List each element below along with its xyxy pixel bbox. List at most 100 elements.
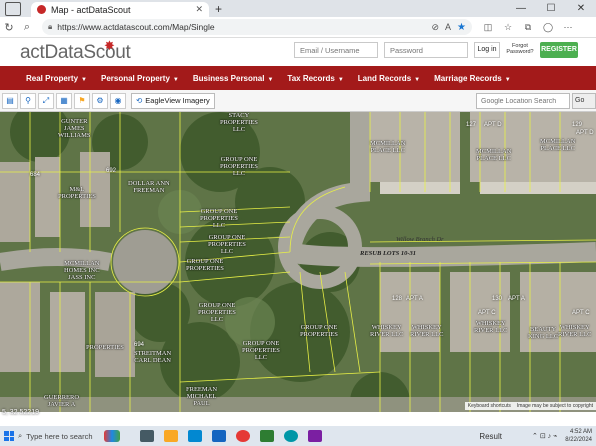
pin-icon[interactable]: ⚲ [20,92,36,109]
task-view-icon[interactable] [140,430,154,442]
settings-dropdown-icon[interactable]: ⚙ [92,92,108,109]
parcel-label[interactable]: PROPERTIES [86,344,124,351]
chrome-icon[interactable] [236,430,250,442]
search-icon: ⌕ [18,431,23,440]
nav-real-property[interactable]: Real Property ▼ [26,74,87,83]
parcel-label[interactable]: FREEMAN MICHAEL PAUL [186,386,217,407]
profile-icon[interactable]: ◯ [538,22,558,33]
nav-personal-property[interactable]: Personal Property ▼ [101,74,179,83]
go-button[interactable]: Go [572,93,596,109]
parcel-label[interactable]: WHISKEY RIVER LLC [558,324,591,338]
taskbar-search[interactable]: ⌕ Type here to search [18,431,100,441]
address-number: APT D [484,122,502,128]
nav-tax-records[interactable]: Tax Records ▼ [287,74,343,83]
tab-close-icon[interactable]: ✕ [195,4,203,15]
address-number: APT C [572,310,590,316]
parcel-label[interactable]: BEAUTY KING LLC [528,326,558,340]
main-nav: Real Property ▼ Personal Property ▼ Busine… [0,66,596,90]
nav-marriage-records[interactable]: Marriage Records ▼ [434,74,511,83]
caret-down-icon: ▼ [267,76,274,83]
tab-map-actdatascout[interactable]: Map - actDataScout ✕ [31,2,209,17]
parcel-label[interactable]: GROUP ONE PROPERTIES LLC [198,302,236,323]
address-number: 130 [492,296,503,302]
parcel-label[interactable]: GUERRERO JAVIER A [44,394,79,408]
parcel-label[interactable]: STREITMAN CARL DEAN [134,350,171,364]
google-location-search-input[interactable] [476,93,570,109]
flag-icon[interactable]: ⚑ [74,92,90,109]
url-text: https://www.actdatascout.com/Map/Single [57,22,215,32]
new-tab-button[interactable]: + [215,2,222,16]
parcel-label[interactable]: GROUP ONE PROPERTIES [186,258,224,272]
actdatascout-logo[interactable]: actDataScout ✸ [20,38,131,64]
taskbar-apps [140,430,332,442]
parcel-label[interactable]: MCMILLAN PLACE LLC [540,138,575,152]
fullscreen-icon[interactable]: ⤢ [38,92,54,109]
mail-icon[interactable] [188,430,202,442]
parcel-label[interactable]: GROUP ONE PROPERTIES LLC [200,208,238,229]
site-header: actDataScout ✸ Log in Forgot Password? R… [0,38,596,66]
map-toolbar: ▤ ⚲ ⤢ ▦ ⚑ ⚙ ◉ ⟲ EagleView Imagery Go [0,90,596,112]
parcel-label[interactable]: DOLLAR ANN FREEMAN [128,180,170,194]
nav-land-records[interactable]: Land Records ▼ [358,74,420,83]
system-tray: Result ⌃ ⊡ ♪ ⌁ 4:52 AM 8/22/2024 [479,428,596,444]
parcel-label[interactable]: WHISKEY RIVER LLC [370,324,403,338]
forgot-password-link[interactable]: Forgot Password? [506,43,534,55]
measure-icon[interactable]: ▦ [56,92,72,109]
parcel-label[interactable]: GROUP ONE PROPERTIES LLC [242,340,280,361]
parcel-label[interactable]: MCMILLAN PLACE LLC [476,148,511,162]
nav-business-personal[interactable]: Business Personal ▼ [193,74,274,83]
split-screen-icon[interactable]: ◫ [478,22,498,33]
parcel-label[interactable]: WHISKEY RIVER LLC [474,320,507,334]
tracking-prevention-icon[interactable]: ⊘ [431,22,439,33]
street-label-willow-branch: Willow Branch Dr [396,236,444,243]
parcel-label[interactable]: GROUP ONE PROPERTIES LLC [208,234,246,255]
date-text: 8/22/2024 [565,437,592,443]
layers-icon[interactable]: ▤ [2,92,18,109]
edge-icon[interactable] [284,430,298,442]
nav-label: Marriage Records [434,73,502,83]
refresh-icon[interactable]: ↻ [0,21,18,34]
address-number: 694 [134,342,145,348]
parcel-label[interactable]: MCMILLAN HOMES INC JASS INC [64,260,100,281]
globe-icon[interactable]: ◉ [110,92,126,109]
password-field[interactable] [384,42,468,58]
address-number: 127 [466,122,477,128]
parcel-label[interactable]: STACY PROPERTIES LLC [220,112,258,133]
register-button[interactable]: REGISTER [540,42,578,58]
favorite-star-icon[interactable]: ★ [457,22,466,33]
close-window-button[interactable]: ✕ [566,3,596,14]
coordinate-readout: 5, 32.52219 [2,409,39,416]
copilot-icon[interactable] [104,430,120,442]
excel-icon[interactable] [260,430,274,442]
tray-icons[interactable]: ⌃ ⊡ ♪ ⌁ [532,432,557,440]
parcel-label[interactable]: GUNTER JAMES WILLIAMS [58,118,91,139]
collections-icon[interactable]: ⧉ [518,22,538,33]
clock[interactable]: 4:52 AM 8/22/2024 [565,428,592,444]
email-field[interactable] [294,42,378,58]
more-icon[interactable]: ⋯ [558,22,578,33]
map-attribution: Keyboard shortcuts Image may be subject … [464,402,596,410]
eagleview-imagery-button[interactable]: ⟲ EagleView Imagery [131,92,215,109]
result-widget[interactable]: Result [479,432,502,441]
minimize-button[interactable]: — [506,3,536,14]
tab-actions-icon[interactable] [5,1,21,16]
read-aloud-icon[interactable]: A [445,22,451,32]
parcel-label[interactable]: M&L PROPERTIES [58,186,96,200]
teams-icon[interactable] [308,430,322,442]
parcel-label[interactable]: GROUP ONE PROPERTIES [300,324,338,338]
caret-down-icon: ▼ [414,76,421,83]
parcel-label[interactable]: MCMILLAN PLACE LLC [370,140,405,154]
login-button[interactable]: Log in [474,42,500,58]
parcel-label[interactable]: GROUP ONE PROPERTIES LLC [220,156,258,177]
file-explorer-icon[interactable] [164,430,178,442]
search-icon[interactable]: ⌕ [18,21,36,34]
word-icon[interactable] [212,430,226,442]
maximize-button[interactable]: ☐ [536,3,566,14]
keyboard-shortcuts-link[interactable]: Keyboard shortcuts [468,403,511,409]
windows-start-icon[interactable] [4,431,14,441]
lock-icon[interactable]: 🔒︎ [48,22,52,32]
url-field[interactable]: 🔒︎ https://www.actdatascout.com/Map/Sing… [42,19,472,35]
favorites-icon[interactable]: ☆ [498,22,518,33]
parcel-label[interactable]: WHISKEY RIVER LLC [410,324,443,338]
parcel-map[interactable]: GUNTER JAMES WILLIAMS STACY PROPERTIES LLC G… [0,112,596,412]
